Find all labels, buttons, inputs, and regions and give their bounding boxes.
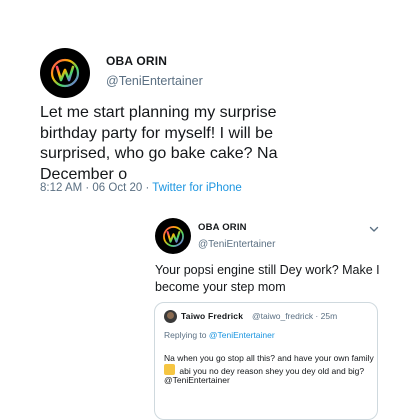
emoji-icon [164, 364, 175, 375]
tweet-time[interactable]: 8:12 AM · 06 Oct 20 · [40, 182, 152, 194]
tweet-menu-button[interactable] [368, 222, 380, 234]
quoted-author-handle[interactable]: @taiwo_fredrick · 25m [252, 311, 337, 321]
quoted-text-line-1: Na when you go stop all this? and have y… [164, 353, 374, 363]
chevron-down-icon [369, 226, 379, 232]
tweet-timestamp-row: 8:12 AM · 06 Oct 20 · Twitter for iPhone [40, 182, 242, 194]
reply-author-handle[interactable]: @TeniEntertainer [198, 239, 275, 250]
replying-to-row: Replying to @TeniEntertainer [164, 330, 275, 340]
logo-icon [50, 58, 80, 88]
tweet-client-link[interactable]: Twitter for iPhone [152, 182, 241, 194]
quoted-text-mention[interactable]: @TeniEntertainer [164, 375, 230, 385]
quoted-author-name[interactable]: Taiwo Fredrick [181, 311, 243, 321]
author-name[interactable]: OBA ORIN [106, 54, 167, 68]
avatar[interactable] [155, 218, 191, 254]
reply-text: Your popsi engine still Dey work? Make I… [155, 263, 380, 294]
author-handle[interactable]: @TeniEntertainer [106, 74, 203, 88]
tweet-text: Let me start planning my surprise birthd… [40, 104, 278, 183]
reply-author-name[interactable]: OBA ORIN [198, 222, 247, 233]
logo-icon [162, 225, 184, 247]
avatar[interactable] [164, 310, 177, 323]
avatar-face [167, 312, 174, 319]
replying-to-label: Replying to [164, 330, 209, 340]
avatar[interactable] [40, 48, 90, 98]
replying-to-link[interactable]: @TeniEntertainer [209, 330, 275, 340]
